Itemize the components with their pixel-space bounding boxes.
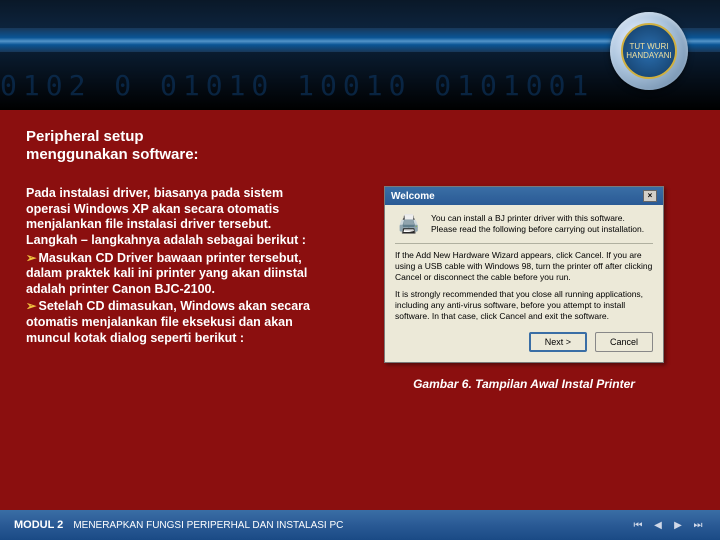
footer-left: MODUL 2 MENERAPKAN FUNGSI PERIPERHAL DAN…	[14, 519, 343, 531]
slide-footer: MODUL 2 MENERAPKAN FUNGSI PERIPERHAL DAN…	[0, 510, 720, 540]
printer-icon: 🖨️	[395, 213, 423, 237]
dialog-titlebar: Welcome ×	[385, 187, 663, 205]
title-line-1: Peripheral setup	[26, 128, 144, 145]
bullet-item: Setelah CD dimasukan, Windows akan secar…	[26, 299, 326, 346]
title-line-2: menggunakan software:	[26, 146, 199, 163]
dialog-line-3: It is strongly recommended that you clos…	[395, 289, 653, 322]
dialog-line-2: If the Add New Hardware Wizard appears, …	[395, 250, 653, 283]
next-button[interactable]: Next >	[529, 332, 587, 352]
bullet-item: Masukan CD Driver bawaan printer tersebu…	[26, 251, 326, 298]
figure-caption: Gambar 6. Tampilan Awal Instal Printer	[413, 377, 635, 391]
dialog-top-row: 🖨️ You can install a BJ printer driver w…	[395, 213, 653, 244]
figure-column: Welcome × 🖨️ You can install a BJ printe…	[354, 186, 694, 391]
close-icon[interactable]: ×	[643, 190, 657, 202]
logo-text: TUT WURI HANDAYANI	[621, 23, 677, 79]
slide-title: Peripheral setup menggunakan software:	[26, 128, 346, 164]
installer-dialog: Welcome × 🖨️ You can install a BJ printe…	[384, 186, 664, 363]
module-subtitle: MENERAPKAN FUNGSI PERIPERHAL DAN INSTALA…	[73, 520, 343, 531]
module-label: MODUL 2	[14, 519, 63, 531]
nav-controls: ⏮ ◀ ▶ ⏭	[630, 518, 706, 532]
cancel-button[interactable]: Cancel	[595, 332, 653, 352]
body-text: Pada instalasi driver, biasanya pada sis…	[26, 186, 326, 391]
dialog-buttons: Next > Cancel	[395, 332, 653, 352]
intro-paragraph: Pada instalasi driver, biasanya pada sis…	[26, 186, 306, 247]
logo-emblem: TUT WURI HANDAYANI	[610, 12, 688, 90]
slide-content: Peripheral setup menggunakan software: P…	[0, 110, 720, 510]
body-row: Pada instalasi driver, biasanya pada sis…	[26, 186, 694, 391]
nav-next-icon[interactable]: ▶	[670, 518, 686, 532]
slide-header: 0102 0 01010 10010 0101001 TUT WURI HAND…	[0, 0, 720, 110]
nav-first-icon[interactable]: ⏮	[630, 518, 646, 532]
dialog-body: 🖨️ You can install a BJ printer driver w…	[385, 205, 663, 362]
dialog-line-1: You can install a BJ printer driver with…	[431, 213, 653, 237]
nav-prev-icon[interactable]: ◀	[650, 518, 666, 532]
nav-last-icon[interactable]: ⏭	[690, 518, 706, 532]
dialog-title-text: Welcome	[391, 191, 435, 202]
binary-decoration: 0102 0 01010 10010 0101001	[0, 69, 720, 102]
